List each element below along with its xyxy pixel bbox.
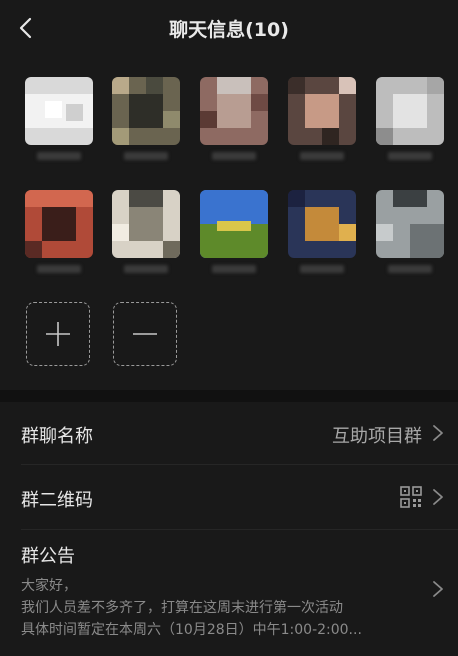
member-name-blurred (212, 152, 256, 160)
section-divider (0, 390, 458, 402)
member-avatar[interactable] (25, 77, 93, 165)
avatar (288, 190, 356, 258)
member-name-blurred (300, 152, 344, 160)
member-avatar[interactable] (25, 190, 93, 278)
avatar (25, 77, 93, 145)
announcement-text-line: 大家好， (21, 578, 77, 594)
avatar (200, 77, 268, 145)
member-grid (0, 56, 458, 390)
add-member-button[interactable] (26, 302, 90, 366)
announcement-text-line: 我们人员差不多齐了，打算在这周末进行第一次活动 (21, 600, 343, 616)
group-name-label: 群聊名称 (21, 426, 93, 447)
group-announcement-row[interactable]: 群公告 大家好， 我们人员差不多齐了，打算在这周末进行第一次活动 具体时间暂定在… (0, 530, 458, 656)
group-name-value: 互助项目群 (332, 426, 422, 447)
chevron-right-icon (433, 425, 443, 441)
member-name-blurred (388, 265, 432, 273)
member-name-blurred (212, 265, 256, 273)
member-name-blurred (124, 265, 168, 273)
member-name-blurred (124, 152, 168, 160)
qr-code-icon (400, 486, 422, 508)
avatar (376, 77, 444, 145)
member-avatar[interactable] (200, 190, 268, 278)
minus-icon (133, 333, 157, 335)
page-title: 聊天信息(10) (169, 19, 289, 41)
member-avatar[interactable] (376, 190, 444, 278)
member-avatar[interactable] (288, 190, 356, 278)
member-avatar[interactable] (288, 77, 356, 165)
member-avatar[interactable] (112, 77, 180, 165)
chevron-right-icon (433, 489, 443, 505)
avatar (376, 190, 444, 258)
avatar (288, 77, 356, 145)
announcement-text-line: 具体时间暂定在本周六（10月28日）中午1:00-2:00... (21, 622, 362, 638)
avatar (112, 77, 180, 145)
avatar (25, 190, 93, 258)
group-announcement-label: 群公告 (21, 546, 75, 567)
top-bar: 聊天信息(10) (0, 0, 458, 56)
group-name-row[interactable]: 群聊名称 互助项目群 (0, 402, 458, 464)
chevron-right-icon (433, 581, 443, 597)
member-name-blurred (300, 265, 344, 273)
group-qr-row[interactable]: 群二维码 (0, 465, 458, 529)
member-avatar[interactable] (112, 190, 180, 278)
remove-member-button[interactable] (113, 302, 177, 366)
avatar (200, 190, 268, 258)
member-name-blurred (37, 265, 81, 273)
member-name-blurred (37, 152, 81, 160)
member-avatar[interactable] (200, 77, 268, 165)
group-qr-label: 群二维码 (21, 490, 93, 511)
member-avatar[interactable] (376, 77, 444, 165)
avatar (112, 190, 180, 258)
plus-icon (46, 322, 70, 346)
member-name-blurred (388, 152, 432, 160)
